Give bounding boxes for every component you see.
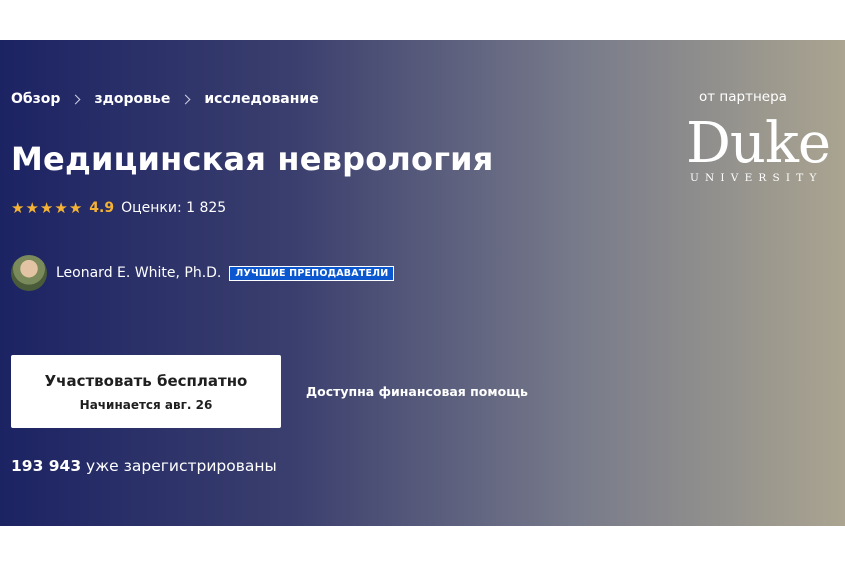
chevron-right-icon	[180, 94, 191, 104]
duke-university-logo[interactable]: Duke UNIVERSITY	[686, 116, 841, 190]
rating-stars: ★ ★ ★ ★ ★	[11, 198, 83, 217]
course-hero-banner: Обзор здоровье исследование Медицинская …	[0, 40, 845, 526]
rating-count[interactable]: Оценки: 1 825	[121, 200, 226, 216]
rating-value: 4.9	[89, 200, 115, 216]
instructor-avatar[interactable]	[11, 255, 47, 291]
enroll-button-label: Участвовать бесплатно	[44, 372, 248, 390]
top-instructor-badge: ЛУЧШИЕ ПРЕПОДАВАТЕЛИ	[229, 265, 395, 281]
star-icon: ★	[11, 198, 25, 217]
enroll-button[interactable]: Участвовать бесплатно Начинается авг. 26	[11, 355, 281, 428]
breadcrumb-item-browse[interactable]: Обзор	[11, 91, 60, 107]
partner-label: от партнера	[699, 89, 787, 105]
course-title: Медицинская неврология	[11, 140, 494, 178]
enrolled-text: уже зарегистрированы	[81, 457, 277, 475]
breadcrumb-item-health[interactable]: здоровье	[94, 91, 170, 107]
star-icon: ★	[25, 198, 39, 217]
chevron-right-icon	[71, 94, 81, 104]
course-rating: ★ ★ ★ ★ ★ 4.9 Оценки: 1 825	[11, 200, 226, 216]
enroll-start-date: Начинается авг. 26	[79, 398, 213, 412]
financial-aid-link[interactable]: Доступна финансовая помощь	[306, 384, 528, 399]
instructor-name[interactable]: Leonard E. White, Ph.D.	[56, 265, 221, 281]
logo-wordmark: Duke	[686, 111, 831, 176]
star-icon: ★	[54, 198, 68, 217]
star-icon: ★	[68, 198, 83, 217]
star-icon: ★	[39, 198, 54, 217]
enrolled-count: 193 943 уже зарегистрированы	[11, 457, 277, 475]
logo-subtitle: UNIVERSITY	[690, 172, 823, 184]
enrolled-number: 193 943	[11, 457, 82, 475]
breadcrumb: Обзор здоровье исследование	[11, 91, 319, 107]
breadcrumb-item-research[interactable]: исследование	[204, 91, 318, 107]
instructor: Leonard E. White, Ph.D. ЛУЧШИЕ ПРЕПОДАВА…	[11, 255, 395, 291]
